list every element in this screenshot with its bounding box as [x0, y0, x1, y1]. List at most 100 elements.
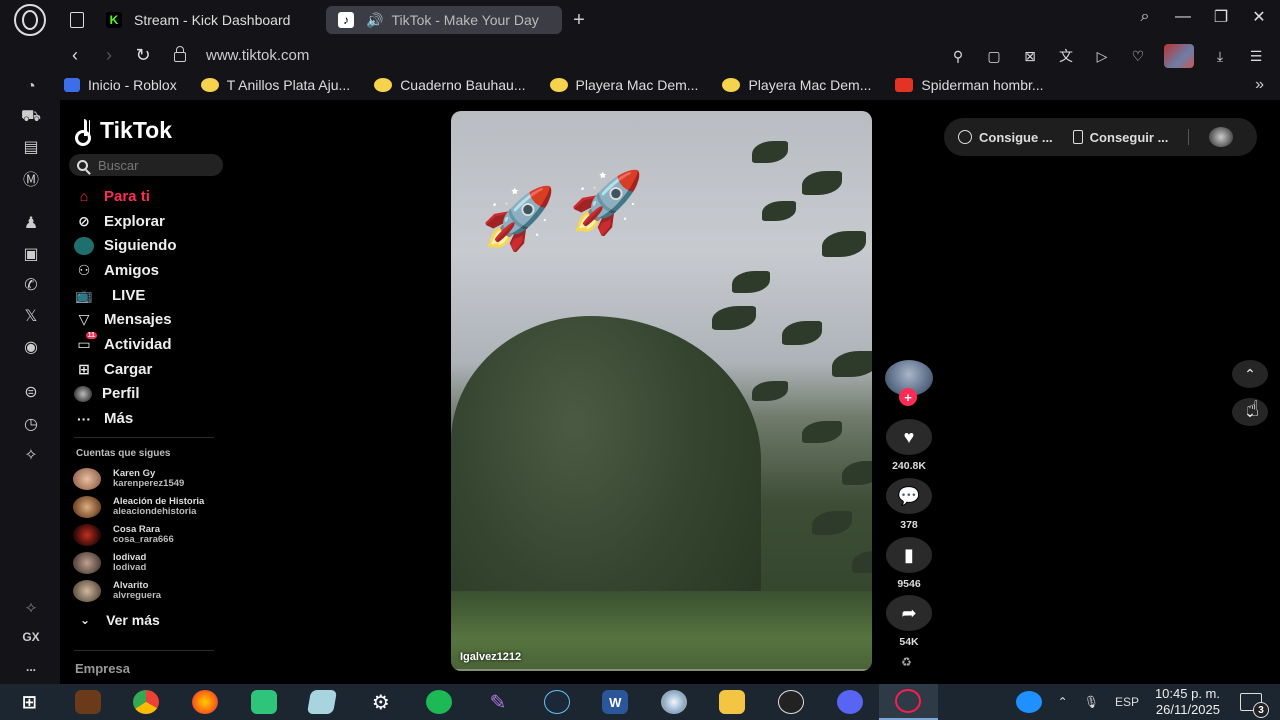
language-indicator[interactable]: ESP: [1115, 695, 1139, 709]
music-disc-icon[interactable]: ♻: [901, 655, 917, 669]
company-link[interactable]: Empresa: [75, 661, 130, 676]
bookmark-playera-2[interactable]: Playera Mac Dem...: [722, 77, 871, 93]
forward-button[interactable]: ›: [92, 45, 126, 66]
taskbar-app[interactable]: ⚙: [352, 684, 411, 720]
taskbar-app[interactable]: W: [586, 684, 645, 720]
bookmarks-overflow-icon[interactable]: »: [1255, 76, 1264, 94]
tab-island-icon[interactable]: [70, 12, 84, 28]
taskbar-app[interactable]: [527, 684, 586, 720]
easy-setup-icon[interactable]: ☰: [1246, 46, 1266, 66]
comment-action[interactable]: 💬 378: [886, 478, 932, 531]
heart-icon[interactable]: ♥: [886, 419, 932, 455]
taskbar-app[interactable]: [293, 684, 352, 720]
search-tabs-icon[interactable]: ⌕: [1136, 8, 1154, 26]
search-box[interactable]: [69, 154, 223, 176]
bookmark-icon[interactable]: ▮: [886, 537, 932, 573]
close-button[interactable]: ✕: [1250, 8, 1268, 26]
video-username[interactable]: Igalvez1212: [460, 651, 521, 663]
start-button[interactable]: ⊞: [0, 684, 59, 720]
user-avatar[interactable]: [1209, 127, 1234, 147]
tab-tiktok[interactable]: ♪ 🔊 TikTok - Make Your Day: [326, 6, 562, 34]
following-account[interactable]: Aleación de Historia aleaciondehistoria: [73, 495, 233, 519]
help-icon[interactable]: [1015, 691, 1042, 713]
minimize-button[interactable]: —: [1174, 8, 1192, 26]
messenger-icon[interactable]: Ⓜ: [20, 167, 42, 189]
twitch-icon[interactable]: ▣: [20, 243, 42, 265]
previous-video-button[interactable]: ⌃: [1232, 360, 1268, 388]
nav-mensajes[interactable]: ▽ Mensajes: [74, 307, 224, 332]
nav-live[interactable]: 📺 LIVE: [74, 283, 224, 308]
player-icon[interactable]: ♟: [20, 212, 42, 234]
nav-mas[interactable]: ··· Más: [74, 406, 224, 431]
lock-icon[interactable]: [174, 46, 186, 62]
nav-amigos[interactable]: ⚇ Amigos: [74, 258, 224, 283]
clock[interactable]: 10:45 p. m. 26/11/2025: [1155, 686, 1220, 718]
get-app-button[interactable]: Conseguir ...: [1072, 130, 1168, 145]
taskbar-app[interactable]: ✎: [469, 684, 528, 720]
taskbar-app[interactable]: [703, 684, 762, 720]
notifications-icon[interactable]: 3: [1240, 693, 1269, 718]
bookmark-cuaderno[interactable]: Cuaderno Bauhau...: [374, 77, 526, 93]
search-input[interactable]: [98, 157, 208, 173]
reload-button[interactable]: ↻: [126, 45, 160, 66]
bookmark-roblox[interactable]: Inicio - Roblox: [64, 77, 177, 93]
translate-icon[interactable]: 文: [1056, 46, 1076, 66]
following-account[interactable]: Karen Gy karenperez1549: [73, 467, 233, 491]
profile-avatar[interactable]: [1164, 44, 1194, 68]
taskbar-app[interactable]: [176, 684, 235, 720]
taskbar-app[interactable]: [820, 684, 879, 720]
adblock-icon[interactable]: ⊠: [1020, 46, 1040, 66]
new-tab-button[interactable]: +: [568, 9, 590, 31]
nav-explorar[interactable]: ⊘ Explorar: [74, 209, 224, 234]
nav-para-ti[interactable]: ⌂ Para ti: [74, 184, 224, 209]
see-more-button[interactable]: ⌄ Ver más: [80, 612, 160, 628]
save-action[interactable]: ▮ 9546: [886, 537, 932, 590]
nav-siguiendo[interactable]: Siguiendo: [74, 233, 224, 258]
pin-sidebar-icon[interactable]: ⟡: [20, 597, 42, 619]
taskbar-app[interactable]: [117, 684, 176, 720]
gx-control-icon[interactable]: ▤: [20, 136, 42, 158]
history-icon[interactable]: ◷: [20, 413, 42, 435]
snapshot-icon[interactable]: ▢: [984, 46, 1004, 66]
share-icon[interactable]: ➦: [886, 595, 932, 631]
microphone-icon[interactable]: 🎙: [1084, 695, 1099, 709]
back-button[interactable]: ‹: [58, 45, 92, 66]
send-icon[interactable]: ▷: [1092, 46, 1112, 66]
follow-plus-button[interactable]: +: [899, 388, 917, 406]
extensions-icon[interactable]: ✧: [20, 444, 42, 466]
comment-icon[interactable]: 💬: [886, 478, 932, 514]
taskbar-app[interactable]: [645, 684, 704, 720]
bookmark-playera-1[interactable]: Playera Mac Dem...: [549, 77, 698, 93]
speaker-icon[interactable]: 🔊: [366, 12, 383, 29]
bookmark-spiderman[interactable]: Spiderman hombr...: [895, 77, 1044, 93]
feed-icon[interactable]: ⊜: [20, 381, 42, 403]
video-progress-bar[interactable]: [451, 669, 872, 671]
following-account[interactable]: Alvarito alvreguera: [73, 579, 233, 603]
x-twitter-icon[interactable]: 𝕏: [20, 305, 42, 327]
video-player[interactable]: 🚀 🚀 Igalvez1212: [451, 111, 872, 671]
url-field[interactable]: www.tiktok.com: [206, 47, 309, 64]
gx-label[interactable]: GX: [20, 626, 42, 648]
following-account[interactable]: Cosa Rara cosa_rara666: [73, 523, 233, 547]
sidebar-more-icon[interactable]: ...: [20, 656, 42, 678]
taskbar-app[interactable]: [234, 684, 293, 720]
like-action[interactable]: ♥ 240.8K: [886, 419, 932, 472]
bookmark-anillos[interactable]: T Anillos Plata Aju...: [200, 77, 350, 93]
restore-button[interactable]: ❐: [1212, 8, 1230, 26]
opera-gx-menu-icon[interactable]: [14, 4, 46, 36]
taskbar-app[interactable]: [762, 684, 821, 720]
taskbar-app[interactable]: [878, 684, 938, 720]
nav-perfil[interactable]: Perfil: [74, 382, 224, 407]
get-coins-button[interactable]: Consigue ...: [958, 130, 1053, 145]
following-account[interactable]: Iodivad Iodivad: [73, 551, 233, 575]
nav-actividad[interactable]: ▭ 11 Actividad: [74, 332, 224, 357]
share-action[interactable]: ➦ 54K: [886, 595, 932, 648]
gx-corner-icon[interactable]: ⛟: [20, 106, 42, 128]
tiktok-logo[interactable]: TikTok: [72, 117, 172, 146]
nav-cargar[interactable]: ⊞ Cargar: [74, 357, 224, 382]
pin-icon[interactable]: ⚲: [948, 46, 968, 66]
heart-icon[interactable]: ♡: [1128, 46, 1148, 66]
taskbar-app[interactable]: [59, 684, 118, 720]
whatsapp-icon[interactable]: ✆: [20, 274, 42, 296]
download-icon[interactable]: ⤓: [1210, 46, 1230, 66]
